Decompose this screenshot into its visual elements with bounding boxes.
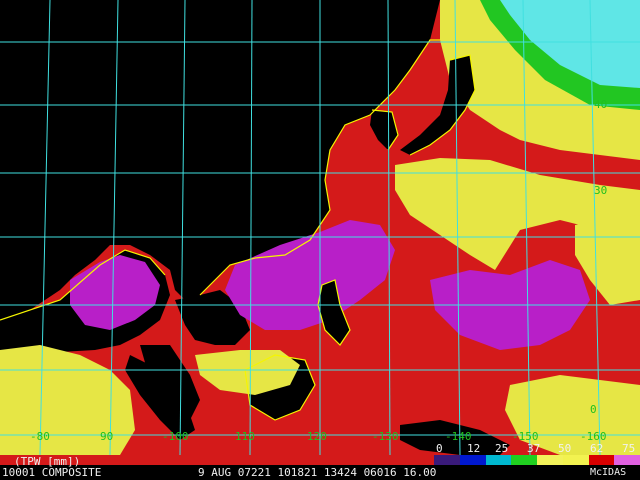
lon-label: 90: [100, 430, 113, 443]
source-label: 10001 COMPOSITE: [2, 466, 102, 479]
lat-label-40: 40: [594, 98, 607, 111]
lon-label: 110: [235, 430, 255, 443]
lon-label: -130: [372, 430, 399, 443]
colorbar-tick: 25: [495, 442, 509, 455]
colorbar-tick: 12: [467, 442, 481, 455]
colorbar-tick: 75: [622, 442, 636, 455]
colorbar-tick: 50: [558, 442, 572, 455]
lon-label: 120: [307, 430, 327, 443]
credit-label: McIDAS: [590, 467, 627, 478]
colorbar-tick: 0: [436, 442, 443, 455]
lon-label: -80: [30, 430, 50, 443]
colorbar-tick: 62: [590, 442, 604, 455]
tpw-map: 40 30 0 -80 90 -100 110 120 -130 -140 -1…: [0, 0, 640, 465]
lon-label: -100: [162, 430, 189, 443]
lat-label-30: 30: [594, 184, 607, 197]
colorbar-tick: 37: [527, 442, 541, 455]
timestamp-label: 9 AUG 07221 101821 13424 06016 16.00: [198, 466, 437, 479]
lat-label-0: 0: [590, 403, 597, 416]
